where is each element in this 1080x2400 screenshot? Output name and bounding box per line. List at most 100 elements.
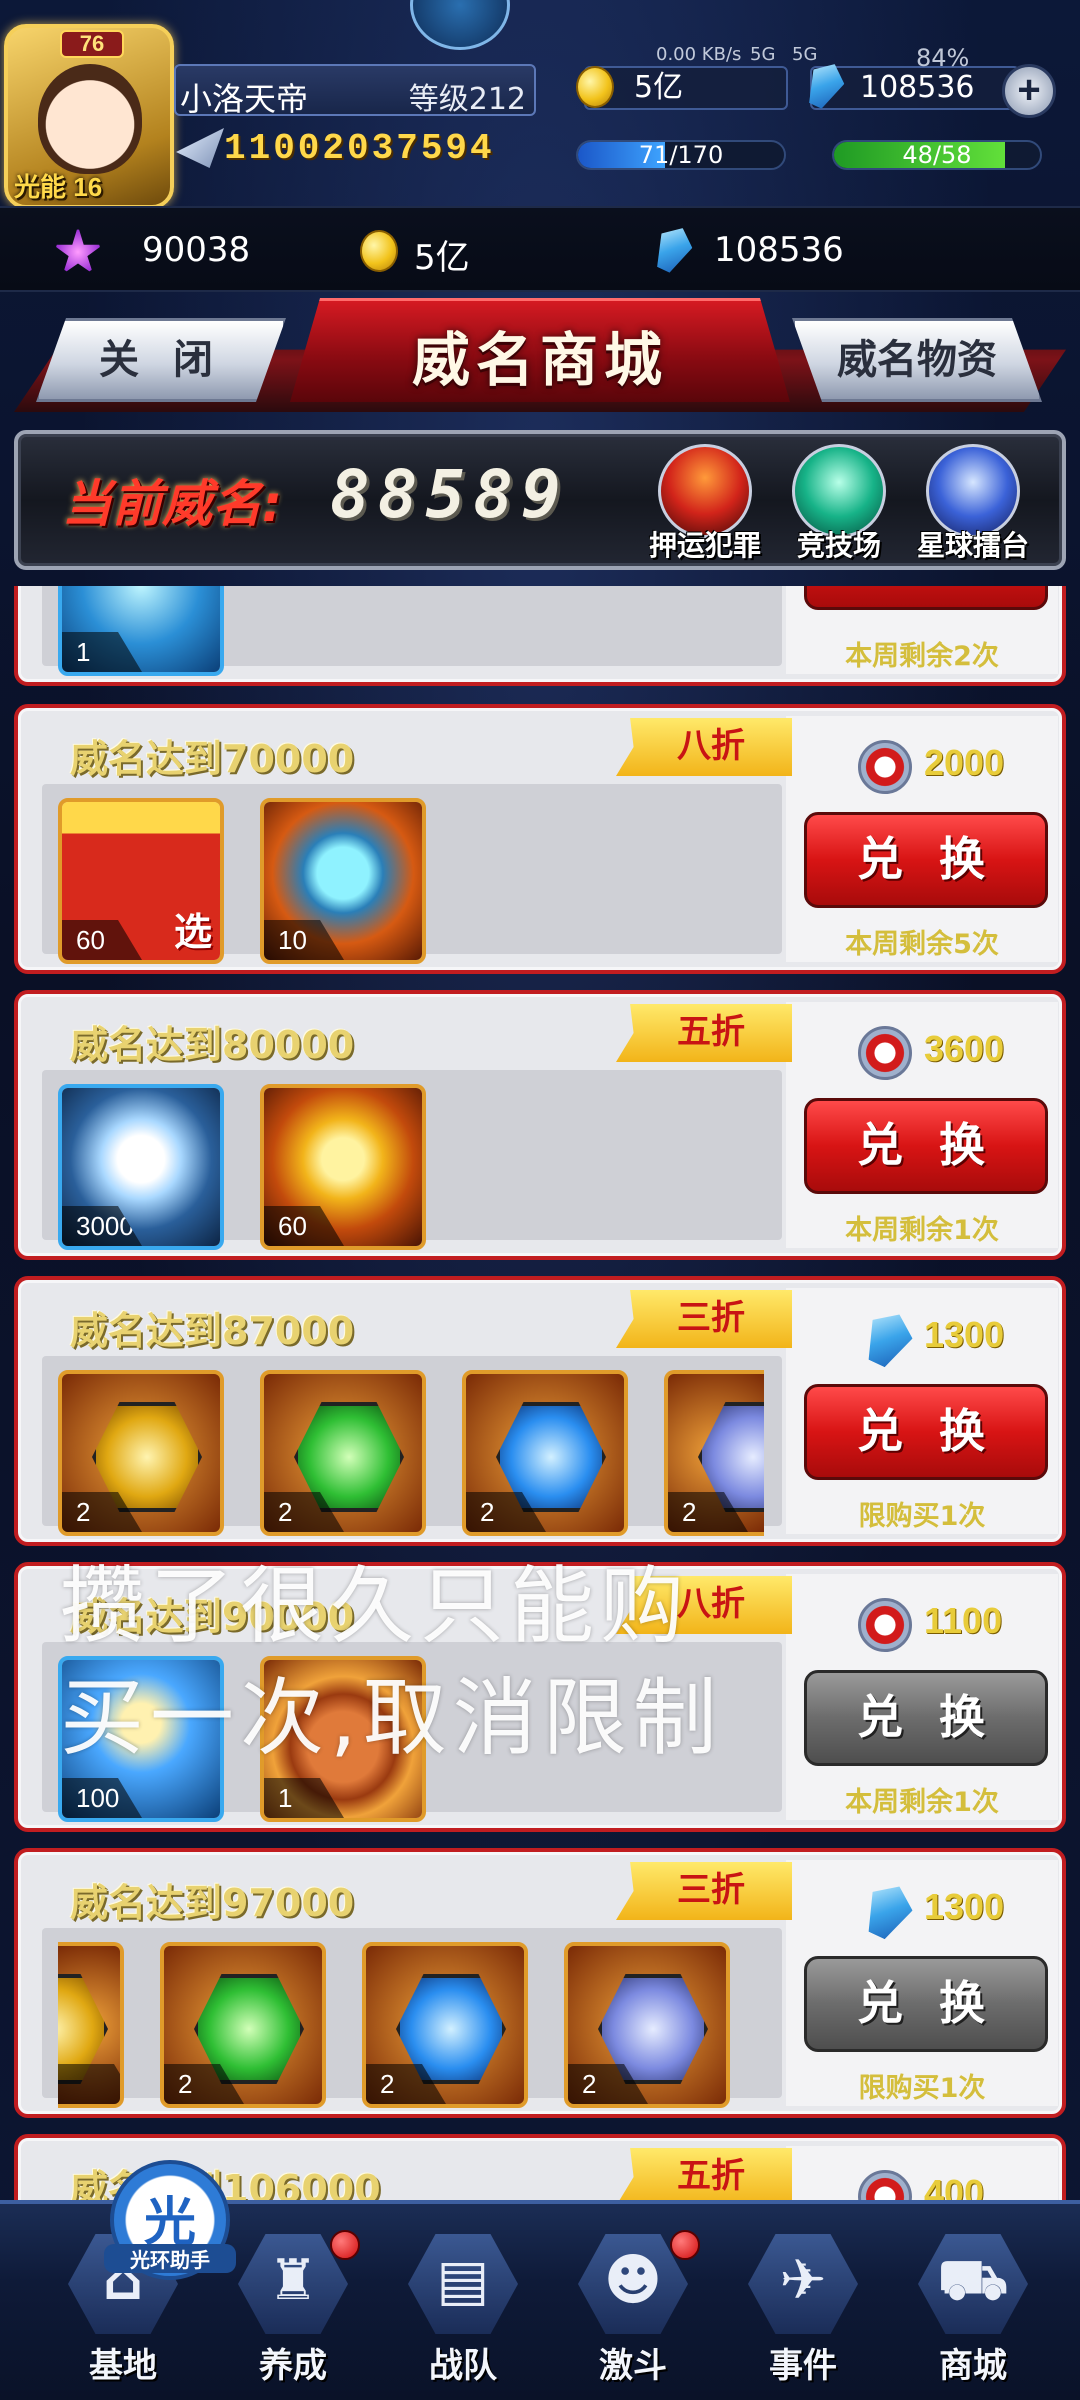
exchange-button[interactable]: 兑 换 bbox=[804, 812, 1048, 908]
gold-coin-icon bbox=[576, 66, 614, 108]
nav-base-label: 基地 bbox=[89, 2346, 157, 2386]
exchange-button[interactable]: 兑 换 bbox=[804, 1098, 1048, 1194]
net-speed: 0.00 KB/s bbox=[656, 44, 742, 65]
reward-item[interactable]: 3000 bbox=[58, 1084, 224, 1250]
energy-label: 光能 bbox=[14, 172, 67, 202]
shop-header: 关 闭 威名商城 威名物资 bbox=[0, 298, 1080, 418]
player-name: 小洛天帝 bbox=[180, 80, 309, 118]
caption-line-2: 买一次,取消限制 bbox=[60, 1669, 723, 1767]
selectable-mark: 选 bbox=[173, 910, 212, 954]
reputation-requirement: 威名达到87000 bbox=[70, 1309, 355, 1353]
nav-battle[interactable]: ☻ 激斗 bbox=[558, 2230, 708, 2394]
reward-item[interactable]: 10 bbox=[260, 798, 426, 964]
purchase-limit: 本周剩余5次 bbox=[845, 929, 999, 960]
shop-card: 威名达到87000 三折 2 2 2 2 1300 兑 换 限购买1次 bbox=[14, 1276, 1066, 1546]
gold-currency-value: 5亿 bbox=[414, 238, 470, 278]
discount-tag: 五折 bbox=[616, 1004, 792, 1062]
nav-shop-label: 商城 bbox=[939, 2346, 1007, 2386]
reward-item[interactable]: 1 bbox=[58, 586, 224, 676]
top-crystal-value: 108536 bbox=[860, 70, 975, 105]
shop-card: 威名达到70000 八折 60 选 10 2000 兑 换 本周剩余5次 bbox=[14, 704, 1066, 974]
discount-tag: 五折 bbox=[616, 2148, 792, 2206]
shop-card: 威名达到80000 五折 3000 60 3600 兑 换 本周剩余1次 bbox=[14, 990, 1066, 1260]
nav-team[interactable]: ▤ 战队 bbox=[388, 2234, 538, 2394]
reward-item[interactable]: 2 bbox=[564, 1942, 730, 2108]
shop-list[interactable]: 1 兑 换 本周剩余2次 威名达到70000 八折 60 选 10 2000 兑… bbox=[0, 586, 1080, 2206]
nav-develop-label: 养成 bbox=[259, 2346, 327, 2386]
shop-card: 威名达到97000 三折 2 2 2 1300 兑 换 限购买1次 bbox=[14, 1848, 1066, 2118]
player-name-box: 小洛天帝 等级212 bbox=[174, 64, 536, 118]
reward-item[interactable]: 2 bbox=[58, 1370, 224, 1536]
price: 2000 bbox=[924, 742, 1005, 783]
top-crystal[interactable]: 108536 bbox=[810, 66, 1020, 110]
purchase-limit: 本周剩余2次 bbox=[845, 641, 999, 672]
helper-label: 光环助手 bbox=[104, 2244, 236, 2273]
reward-item[interactable]: 2 bbox=[362, 1942, 528, 2108]
planet-arena-button[interactable]: 星球擂台 bbox=[908, 444, 1038, 564]
reputation-panel: 当前威名: 88589 押运犯罪 竞技场 星球擂台 bbox=[14, 430, 1066, 570]
reputation-requirement: 威名达到80000 bbox=[70, 1023, 355, 1067]
crystal-icon bbox=[648, 221, 698, 277]
wing-icon bbox=[176, 128, 224, 168]
signal-5g-1: 5G bbox=[750, 44, 776, 65]
shop-card: 1 兑 换 本周剩余2次 bbox=[14, 586, 1066, 686]
reward-item[interactable]: 2 bbox=[160, 1942, 326, 2108]
notification-dot bbox=[670, 2230, 700, 2260]
trophy-icon: ♜ bbox=[267, 2248, 319, 2313]
close-button[interactable]: 关 闭 bbox=[36, 318, 286, 402]
discount-tag: 三折 bbox=[616, 1290, 792, 1348]
jet-icon: ✈ bbox=[779, 2248, 827, 2313]
escort-crime-button[interactable]: 押运犯罪 bbox=[640, 444, 770, 564]
star-currency-icon bbox=[53, 226, 103, 274]
purchase-limit: 本周剩余1次 bbox=[845, 1787, 999, 1818]
reward-item[interactable] bbox=[58, 1942, 124, 2108]
top-gold[interactable]: 5亿 bbox=[584, 66, 788, 110]
exchange-button[interactable]: 兑 换 bbox=[804, 586, 1048, 610]
price: 3600 bbox=[924, 1028, 1005, 1069]
top-gold-value: 5亿 bbox=[634, 70, 684, 105]
purchase-limit: 本周剩余1次 bbox=[845, 1215, 999, 1246]
game-logo-icon bbox=[410, 0, 510, 50]
action-bar: 48/58 bbox=[832, 140, 1042, 170]
vip-level-badge: 76 bbox=[60, 30, 124, 58]
planet-arena-label: 星球擂台 bbox=[916, 529, 1029, 562]
stamina-bar: 71/170 bbox=[576, 140, 786, 170]
exchange-button-disabled[interactable]: 兑 换 bbox=[804, 1956, 1048, 2052]
exchange-button[interactable]: 兑 换 bbox=[804, 1384, 1048, 1480]
signal-5g-2: 5G bbox=[792, 44, 818, 65]
energy-value: 16 bbox=[73, 172, 103, 202]
price: 1300 bbox=[924, 1886, 1005, 1927]
card-right-area bbox=[786, 2146, 1058, 2206]
reputation-medal-icon bbox=[858, 740, 912, 794]
reputation-value: 88589 bbox=[330, 456, 569, 533]
purchase-limit: 限购买1次 bbox=[858, 1501, 986, 1532]
recharge-plus-button[interactable]: + bbox=[1002, 64, 1056, 118]
reward-item[interactable]: 2 bbox=[462, 1370, 628, 1536]
reward-item[interactable]: 2 bbox=[664, 1370, 764, 1536]
nav-shop[interactable]: ⛟ 商城 bbox=[898, 2234, 1048, 2394]
combat-power-value: 11002037594 bbox=[224, 128, 495, 169]
star-currency-value: 90038 bbox=[142, 230, 251, 270]
currency-row: 90038 5亿 108536 bbox=[0, 206, 1080, 292]
player-level: 等级212 bbox=[408, 82, 526, 117]
player-avatar[interactable]: 76 光能 16 bbox=[4, 24, 174, 209]
nav-events[interactable]: ✈ 事件 bbox=[728, 2234, 878, 2394]
reward-item[interactable]: 60 选 bbox=[58, 798, 224, 964]
discount-tag: 三折 bbox=[616, 1862, 792, 1920]
nav-events-label: 事件 bbox=[769, 2346, 837, 2386]
combat-power: 11002037594 bbox=[176, 126, 526, 170]
reputation-requirement: 威名达到97000 bbox=[70, 1881, 355, 1925]
reward-item[interactable]: 60 bbox=[260, 1084, 426, 1250]
halo-assistant-button[interactable]: 光 光环助手 bbox=[104, 2160, 236, 2280]
reputation-requirement: 威名达到70000 bbox=[70, 737, 355, 781]
battery-level: 84% bbox=[916, 44, 970, 72]
arena-label: 竞技场 bbox=[796, 529, 881, 562]
nav-develop[interactable]: ♜ 养成 bbox=[218, 2230, 368, 2394]
arena-button[interactable]: 竞技场 bbox=[774, 444, 904, 564]
notification-dot bbox=[330, 2230, 360, 2260]
reputation-supplies-button[interactable]: 威名物资 bbox=[792, 318, 1042, 402]
reward-item[interactable]: 2 bbox=[260, 1370, 426, 1536]
stamina-text: 71/170 bbox=[638, 141, 724, 169]
cards-icon: ▤ bbox=[436, 2248, 490, 2313]
shopping-cart-icon: ⛟ bbox=[937, 2248, 1009, 2313]
